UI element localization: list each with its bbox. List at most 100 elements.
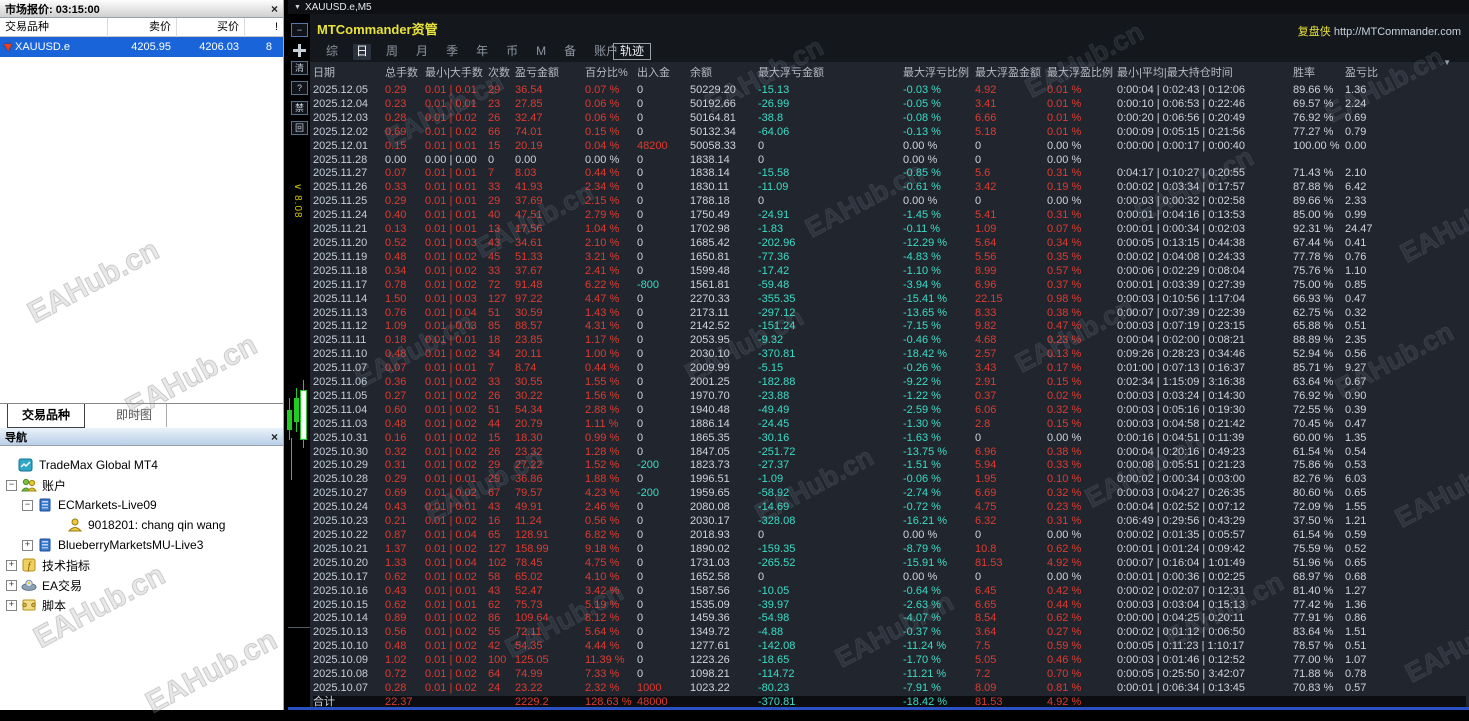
panel-tab-日[interactable]: 日 <box>353 44 371 60</box>
tab-tick-chart[interactable]: 即时图 <box>102 404 167 427</box>
table-row[interactable]: 2025.11.280.000.00 | 0.0000.000.00 %0183… <box>313 154 1466 168</box>
help-button[interactable]: ? <box>291 81 308 95</box>
table-row[interactable]: 2025.11.250.290.01 | 0.012937.692.15 %01… <box>313 195 1466 209</box>
table-cell: 5.56 <box>975 251 1047 265</box>
panel-tab-季[interactable]: 季 <box>443 44 461 60</box>
table-row[interactable]: 2025.11.240.400.01 | 0.014047.512.79 %01… <box>313 209 1466 223</box>
popup-button[interactable]: 回 <box>291 121 308 135</box>
table-row[interactable]: 2025.10.211.370.01 | 0.02127158.999.18 %… <box>313 543 1466 557</box>
table-cell: 77.78 % <box>1293 251 1345 265</box>
table-row[interactable]: 2025.10.280.290.01 | 0.012936.861.88 %01… <box>313 473 1466 487</box>
collapse-icon[interactable]: − <box>6 480 17 491</box>
table-row[interactable]: 2025.12.020.690.01 | 0.026674.010.15 %05… <box>313 126 1466 140</box>
table-row[interactable]: 2025.10.310.160.01 | 0.021518.300.99 %01… <box>313 432 1466 446</box>
panel-tab-备[interactable]: 备 <box>561 44 579 60</box>
nav-item-6[interactable]: +EA交易 <box>6 575 82 595</box>
table-cell: 0.01 % <box>1047 98 1117 112</box>
table-cell: 2025.11.17 <box>313 279 385 293</box>
table-row[interactable]: 2025.10.130.560.01 | 0.025572.115.64 %01… <box>313 626 1466 640</box>
table-cell: 0.00 % <box>585 154 637 168</box>
table-cell: 0.15 <box>385 140 425 154</box>
table-row[interactable]: 2025.10.230.210.01 | 0.021611.240.56 %02… <box>313 515 1466 529</box>
tab-symbols[interactable]: 交易品种 <box>7 404 85 428</box>
table-row[interactable]: 2025.12.010.150.01 | 0.011520.190.04 %48… <box>313 140 1466 154</box>
table-cell: 2.10 % <box>585 237 637 251</box>
brand-url: http://MTCommander.com <box>1334 26 1461 38</box>
disable-button[interactable]: 禁 <box>291 101 308 115</box>
brand-name: 复盘侠 <box>1298 26 1331 38</box>
nav-item-2[interactable]: −ECMarkets-Live09 <box>22 495 157 515</box>
table-row[interactable]: 2025.10.091.020.01 | 0.02100125.0511.39 … <box>313 654 1466 668</box>
table-row[interactable]: 2025.12.030.280.01 | 0.022632.470.06 %05… <box>313 112 1466 126</box>
nav-item-5[interactable]: +f技术指标 <box>6 555 90 575</box>
table-row[interactable]: 2025.10.150.620.01 | 0.016275.735.19 %01… <box>313 599 1466 613</box>
table-row[interactable]: 2025.11.270.070.01 | 0.0178.030.44 %0183… <box>313 167 1466 181</box>
nav-item-4[interactable]: +BlueberryMarketsMU-Live3 <box>22 535 203 555</box>
panel-tab-周[interactable]: 周 <box>383 44 401 60</box>
table-row[interactable]: 2025.10.170.620.01 | 0.025865.024.10 %01… <box>313 571 1466 585</box>
clear-button[interactable]: 清 <box>291 61 308 75</box>
table-row[interactable]: 2025.11.260.330.01 | 0.013341.932.34 %01… <box>313 181 1466 195</box>
table-row[interactable]: 2025.11.060.360.01 | 0.023330.551.55 %02… <box>313 376 1466 390</box>
panel-tab-年[interactable]: 年 <box>473 44 491 60</box>
track-button[interactable]: 轨迹 <box>613 43 651 60</box>
table-row[interactable]: 2025.12.040.230.01 | 0.012327.850.06 %05… <box>313 98 1466 112</box>
chart-window-separator[interactable] <box>288 627 310 628</box>
nav-item-0[interactable]: TradeMax Global MT4 <box>18 455 158 475</box>
table-row[interactable]: 2025.10.080.720.01 | 0.026474.997.33 %01… <box>313 668 1466 682</box>
table-cell: 77.91 % <box>1293 612 1345 626</box>
table-cell: 2.34 % <box>585 181 637 195</box>
table-row[interactable]: 2025.10.100.480.01 | 0.024254.354.44 %01… <box>313 640 1466 654</box>
table-row[interactable]: 2025.11.121.090.01 | 0.038588.574.31 %02… <box>313 320 1466 334</box>
table-cell: 88.57 <box>515 320 585 334</box>
minimize-button[interactable]: − <box>291 23 308 37</box>
table-row[interactable]: 2025.11.170.780.01 | 0.027291.486.22 %-8… <box>313 279 1466 293</box>
table-row[interactable]: 2025.11.190.480.01 | 0.024551.333.21 %01… <box>313 251 1466 265</box>
panel-tab-综[interactable]: 综 <box>323 44 341 60</box>
table-cell: 0 <box>637 543 690 557</box>
table-row[interactable]: 2025.11.141.500.01 | 0.0312797.224.47 %0… <box>313 293 1466 307</box>
table-row[interactable]: 2025.11.210.130.01 | 0.011317.561.04 %01… <box>313 223 1466 237</box>
nav-item-1[interactable]: −账户 <box>6 475 66 495</box>
table-row[interactable]: 2025.11.030.480.01 | 0.024420.791.11 %01… <box>313 418 1466 432</box>
table-cell: 0.01 | 0.03 <box>425 237 488 251</box>
table-row[interactable]: 2025.12.050.290.01 | 0.012936.540.07 %05… <box>313 84 1466 98</box>
table-cell <box>1293 154 1345 168</box>
nav-item-3[interactable]: 9018201: chang qin wang <box>54 515 225 535</box>
market-watch-row[interactable]: XAUUSD.e 4205.95 4206.03 8 <box>0 37 283 57</box>
table-cell: 7.5 <box>975 640 1047 654</box>
table-row[interactable]: 2025.11.100.480.01 | 0.023420.111.00 %02… <box>313 348 1466 362</box>
expand-icon[interactable]: + <box>6 580 17 591</box>
table-row[interactable]: 2025.11.070.070.01 | 0.0178.740.44 %0200… <box>313 362 1466 376</box>
panel-tab-月[interactable]: 月 <box>413 44 431 60</box>
table-row[interactable]: 2025.10.300.320.01 | 0.022623.321.28 %01… <box>313 446 1466 460</box>
table-row[interactable]: 2025.10.220.870.01 | 0.0465128.916.82 %0… <box>313 529 1466 543</box>
close-icon[interactable]: × <box>271 432 278 442</box>
nav-item-7[interactable]: +脚本 <box>6 595 66 615</box>
move-icon[interactable] <box>293 44 306 57</box>
table-row[interactable]: 2025.10.240.430.01 | 0.014349.912.46 %02… <box>313 501 1466 515</box>
expand-icon[interactable]: + <box>22 540 33 551</box>
table-cell: 8.33 <box>975 307 1047 321</box>
table-row[interactable]: 2025.11.040.600.01 | 0.025154.342.88 %01… <box>313 404 1466 418</box>
table-row[interactable]: 2025.10.201.330.01 | 0.0410278.454.75 %0… <box>313 557 1466 571</box>
table-row[interactable]: 2025.10.160.430.01 | 0.014352.473.42 %01… <box>313 585 1466 599</box>
table-row[interactable]: 2025.11.050.270.01 | 0.022630.221.56 %01… <box>313 390 1466 404</box>
table-row[interactable]: 2025.10.290.310.01 | 0.022927.221.52 %-2… <box>313 459 1466 473</box>
table-cell: 0:00:05 | 0:13:15 | 0:44:38 <box>1117 237 1293 251</box>
table-row[interactable]: 2025.11.110.180.01 | 0.011823.851.17 %02… <box>313 334 1466 348</box>
panel-tab-币[interactable]: 币 <box>503 44 521 60</box>
table-row[interactable]: 2025.10.140.890.01 | 0.0286109.648.12 %0… <box>313 612 1466 626</box>
caret-down-icon[interactable]: ▼ <box>1443 58 1451 67</box>
expand-icon[interactable]: + <box>6 600 17 611</box>
close-icon[interactable]: × <box>271 4 278 14</box>
table-cell: 0.00 % <box>903 529 975 543</box>
expand-icon[interactable]: + <box>6 560 17 571</box>
table-row[interactable]: 2025.11.130.760.01 | 0.045130.591.43 %02… <box>313 307 1466 321</box>
collapse-icon[interactable]: − <box>22 500 33 511</box>
table-row[interactable]: 2025.10.270.690.01 | 0.026779.574.23 %-2… <box>313 487 1466 501</box>
table-row[interactable]: 2025.10.070.280.01 | 0.022423.222.32 %10… <box>313 682 1466 696</box>
table-row[interactable]: 2025.11.180.340.01 | 0.023337.672.41 %01… <box>313 265 1466 279</box>
panel-tab-M[interactable]: M <box>533 44 549 60</box>
table-row[interactable]: 2025.11.200.520.01 | 0.034334.612.10 %01… <box>313 237 1466 251</box>
